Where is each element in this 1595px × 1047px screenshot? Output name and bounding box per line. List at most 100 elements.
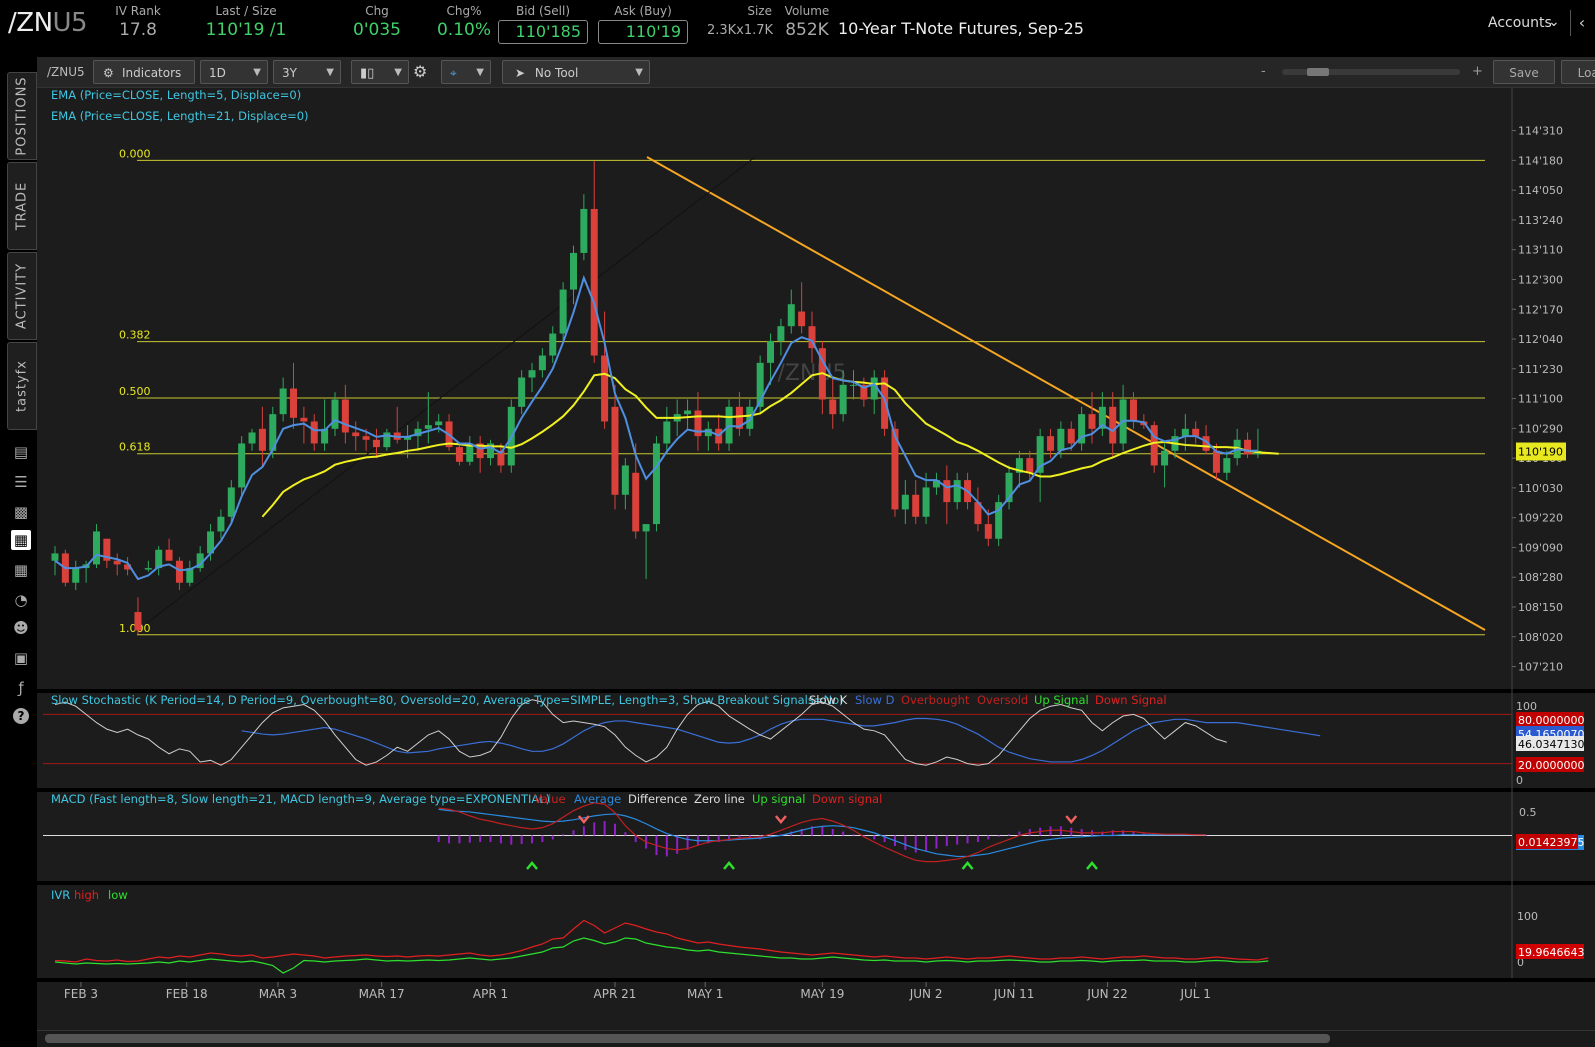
candle-body (352, 432, 360, 437)
date-tick-label: JUN 22 (1086, 987, 1127, 1001)
study-label-ema21[interactable]: EMA (Price=CLOSE, Length=21, Displace=0) (51, 109, 309, 123)
candlestick-icon: ▮▯ (360, 66, 375, 81)
collapse-panel-icon[interactable]: ‹ (1570, 10, 1593, 36)
price-tick-label: 108'150 (1518, 601, 1563, 614)
study-label-ema5[interactable]: EMA (Price=CLOSE, Length=5, Displace=0) (51, 88, 301, 102)
zoom-out-button[interactable]: - (1261, 64, 1266, 79)
tab-activity[interactable]: ACTIVITY (7, 252, 37, 340)
legend-slow-d: Slow D (855, 693, 895, 707)
fib-label-2: 0.500 (119, 385, 151, 398)
price-tick-label: 107'210 (1518, 661, 1563, 674)
candle-body (518, 377, 526, 407)
candle-body (290, 388, 298, 418)
tab-trade[interactable]: TRADE (7, 162, 37, 250)
caret-down-icon: ▼ (394, 67, 402, 78)
ivr-value: 19.9646643 (1518, 946, 1584, 959)
candle-body (51, 553, 59, 561)
candle-body (829, 399, 837, 415)
accounts-menu[interactable]: Accounts (1488, 15, 1552, 31)
horizontal-scrollbar[interactable] (37, 1030, 1595, 1047)
symbol-title[interactable]: /ZNU5 (8, 8, 88, 38)
candle-body (341, 399, 349, 433)
candle-body (767, 340, 775, 363)
legend-ivr-low: low (108, 888, 128, 902)
candle-body (331, 399, 339, 429)
macd-label[interactable]: MACD (Fast length=8, Slow length=21, MAC… (51, 792, 550, 806)
price-tick-label: 110'030 (1518, 482, 1563, 495)
ivr-scale-100: 100 (1517, 910, 1538, 923)
date-tick-label: FEB 18 (166, 987, 208, 1001)
settings-gear-icon[interactable]: ⚙ (413, 62, 427, 81)
people-icon[interactable]: ☻ (11, 618, 31, 638)
candle-body (611, 406, 619, 495)
help-icon[interactable]: ? (13, 708, 29, 724)
change-value: 0'035 (353, 20, 401, 40)
volume-value: 852K (785, 20, 829, 40)
tab-positions[interactable]: POSITIONS (7, 72, 37, 160)
range-select[interactable]: 3Y ▼ (273, 60, 341, 84)
chart-area[interactable]: 0.0000.3820.5000.6181.000 /ZNU5 114'3101… (37, 88, 1595, 1030)
size-label: Size (747, 4, 772, 18)
gauge-icon[interactable]: ◔ (11, 590, 31, 610)
chart-canvas[interactable]: 0.0000.3820.5000.6181.000 /ZNU5 114'3101… (37, 88, 1595, 1030)
candle-body (953, 480, 961, 503)
zoom-slider-handle[interactable] (1307, 68, 1329, 76)
save-button[interactable]: Save (1493, 60, 1555, 84)
fib-label-1: 0.382 (119, 329, 151, 342)
legend-zero-line: Zero line (694, 792, 745, 806)
candle-body (248, 432, 256, 444)
ask-quote[interactable]: Ask (Buy) 110'19 (598, 4, 688, 44)
candle-body (258, 428, 266, 451)
chart-style-select[interactable]: ▮▯ ▼ (351, 60, 409, 84)
ask-button[interactable]: 110'19 (598, 20, 688, 44)
date-tick-label: JUL 1 (1179, 987, 1210, 1001)
change-percent-label: Chg% (446, 4, 482, 18)
candle-body (570, 252, 577, 290)
candle-body (849, 384, 857, 386)
candle-body (538, 355, 546, 371)
bid-button[interactable]: 110'185 (498, 20, 588, 44)
calendar-icon[interactable]: ▣ (11, 648, 31, 668)
candle-body (901, 494, 909, 510)
date-tick-label: MAY 1 (687, 987, 723, 1001)
macd-scale-label: 0.5 (1519, 806, 1537, 819)
drawing-set-select[interactable]: ⌖ ▼ (441, 60, 491, 84)
document-icon[interactable]: ▤ (11, 442, 31, 462)
interval-select[interactable]: 1D ▼ (200, 60, 268, 84)
indicators-button[interactable]: ⚙ Indicators (93, 60, 195, 84)
legend-ivr-high: high (74, 888, 99, 902)
last-size: Last / Size 110'19 /1 (196, 4, 296, 40)
change-percent: Chg% 0.10% (434, 4, 494, 40)
tab-tastyfx[interactable]: tastyfx (7, 342, 37, 430)
grid-icon[interactable]: ▦ (11, 560, 31, 580)
last-size-value: 110'19 /1 (205, 20, 287, 40)
price-tick-label: 113'110 (1518, 244, 1563, 257)
bid-label: Bid (Sell) (515, 4, 571, 18)
tv-icon[interactable]: ▩ (11, 502, 31, 522)
chart-icon[interactable]: ▦ (11, 530, 31, 550)
price-tick-label: 114'050 (1518, 184, 1563, 197)
candle-body (134, 612, 142, 631)
scrollbar-thumb[interactable] (45, 1034, 1330, 1043)
candle-body (663, 421, 671, 444)
zoom-slider[interactable] (1282, 68, 1460, 76)
stochastic-label[interactable]: Slow Stochastic (K Period=14, D Period=9… (51, 693, 844, 707)
zoom-in-button[interactable]: + (1472, 64, 1483, 79)
bid-quote[interactable]: Bid (Sell) 110'185 (498, 4, 588, 44)
drawing-tool-select[interactable]: ➤ No Tool ▼ (502, 60, 650, 84)
ivr-label[interactable]: IVR (51, 888, 70, 902)
tab-tastyfx-label: tastyfx (14, 360, 30, 412)
candle-body (217, 516, 225, 532)
fx-icon[interactable]: ƒ (11, 678, 31, 698)
load-button[interactable]: Load (1561, 60, 1595, 84)
price-tick-label: 113'240 (1518, 214, 1563, 227)
ask-label: Ask (Buy) (614, 4, 672, 18)
list-icon[interactable]: ☰ (11, 472, 31, 492)
chevron-down-icon[interactable]: ⌄ (1548, 14, 1560, 30)
candle-body (984, 524, 992, 539)
symbol-root: /ZN (8, 8, 53, 38)
candle-body (632, 472, 640, 532)
tab-activity-label: ACTIVITY (14, 262, 30, 330)
indicators-label: Indicators (122, 66, 182, 80)
last-price-label: 110'190 (1518, 446, 1563, 459)
